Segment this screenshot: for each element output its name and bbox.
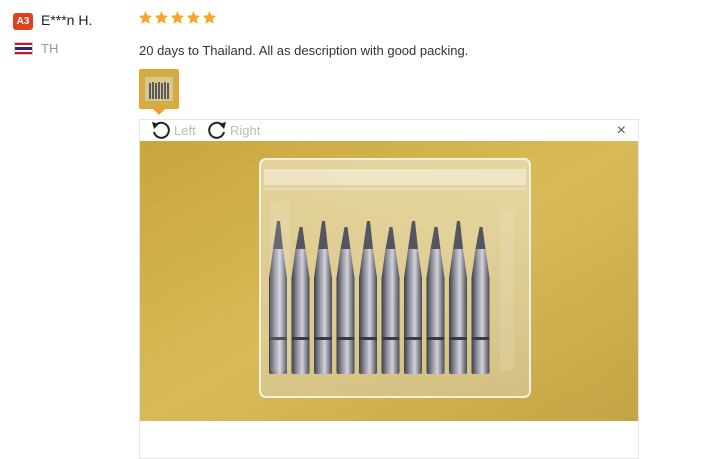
- star-icon: [202, 10, 217, 24]
- star-icon: [170, 10, 185, 24]
- close-icon[interactable]: ×: [617, 122, 626, 140]
- rotate-left-label: Left: [174, 122, 196, 138]
- thailand-flag-icon: [14, 42, 33, 55]
- user-level-badge: A3: [13, 13, 33, 30]
- star-icon: [186, 10, 201, 24]
- rotate-right-label: Right: [230, 122, 261, 138]
- star-icon: [154, 10, 169, 24]
- photo-viewer: Left Right ×: [139, 119, 639, 459]
- rotate-right-button[interactable]: Right: [206, 120, 260, 140]
- rotate-left-icon: [152, 121, 170, 139]
- star-icon: [138, 10, 153, 24]
- country-code: TH: [41, 41, 59, 56]
- star-rating: [138, 10, 217, 25]
- reviewer-name: E***n H.: [41, 12, 93, 28]
- review-photo-thumbnail[interactable]: [139, 69, 179, 109]
- rotate-right-icon: [208, 121, 226, 139]
- thumbnail-selected-caret: [153, 109, 165, 115]
- rotate-left-button[interactable]: Left: [150, 120, 196, 140]
- review-comment: 20 days to Thailand. All as description …: [139, 43, 469, 58]
- review-photo-large: [140, 141, 638, 421]
